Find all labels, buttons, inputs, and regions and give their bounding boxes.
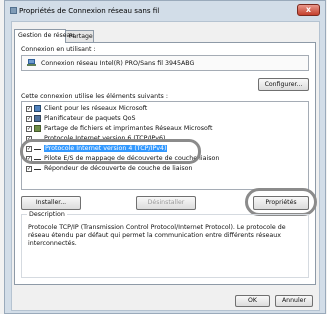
item-label: Partage de fichiers et imprimantes Résea… [44,125,213,132]
description-title: Description [27,211,67,218]
connect-using-label: Connexion en utilisant : [21,46,96,53]
window-title: Propriétés de Connexion réseau sans fil [19,6,160,15]
ipv4-highlight-ring [20,139,201,164]
item-label: Répondeur de découverte de couche de lia… [44,165,193,172]
install-button[interactable]: Installer... [21,196,81,210]
file-sharing-icon [34,125,41,132]
properties-highlight-ring [245,188,317,216]
tab-network-management[interactable]: Gestion de réseau [14,29,74,43]
checkbox[interactable]: ✓ [26,116,32,122]
description-group: Description Protocole TCP/IP (Transmissi… [21,211,309,278]
adapter-name: Connexion réseau Intel(R) PRO/Sans fil 3… [41,60,195,67]
checkbox[interactable]: ✓ [26,126,32,132]
cancel-button[interactable]: Annuler [275,295,313,307]
qos-scheduler-icon [34,115,41,122]
protocol-icon [34,169,41,170]
configure-button[interactable]: Configurer... [258,78,309,91]
adapter-box: Connexion réseau Intel(R) PRO/Sans fil 3… [21,55,309,71]
item-label: Client pour les réseaux Microsoft [44,105,148,112]
network-window-icon [10,7,17,14]
items-label: Cette connexion utilise les éléments sui… [21,93,168,100]
uninstall-button[interactable]: Désinstaller [136,196,196,210]
checkbox[interactable]: ✓ [26,166,32,172]
properties-window: Propriétés de Connexion réseau sans fil … [4,0,326,314]
title-bar[interactable]: Propriétés de Connexion réseau sans fil … [5,1,325,19]
network-adapter-icon [27,59,36,67]
network-client-icon [34,105,41,112]
ok-button[interactable]: OK [235,295,270,307]
item-label: Planificateur de paquets QoS [44,115,136,122]
network-tab-panel: Connexion en utilisant : Connexion résea… [14,42,317,285]
checkbox[interactable]: ✓ [26,106,32,112]
description-text: Protocole TCP/IP (Transmission Control P… [28,224,286,247]
close-button[interactable]: x [297,4,320,16]
dialog-body: Gestion de réseau Partage Connexion en u… [11,21,320,311]
